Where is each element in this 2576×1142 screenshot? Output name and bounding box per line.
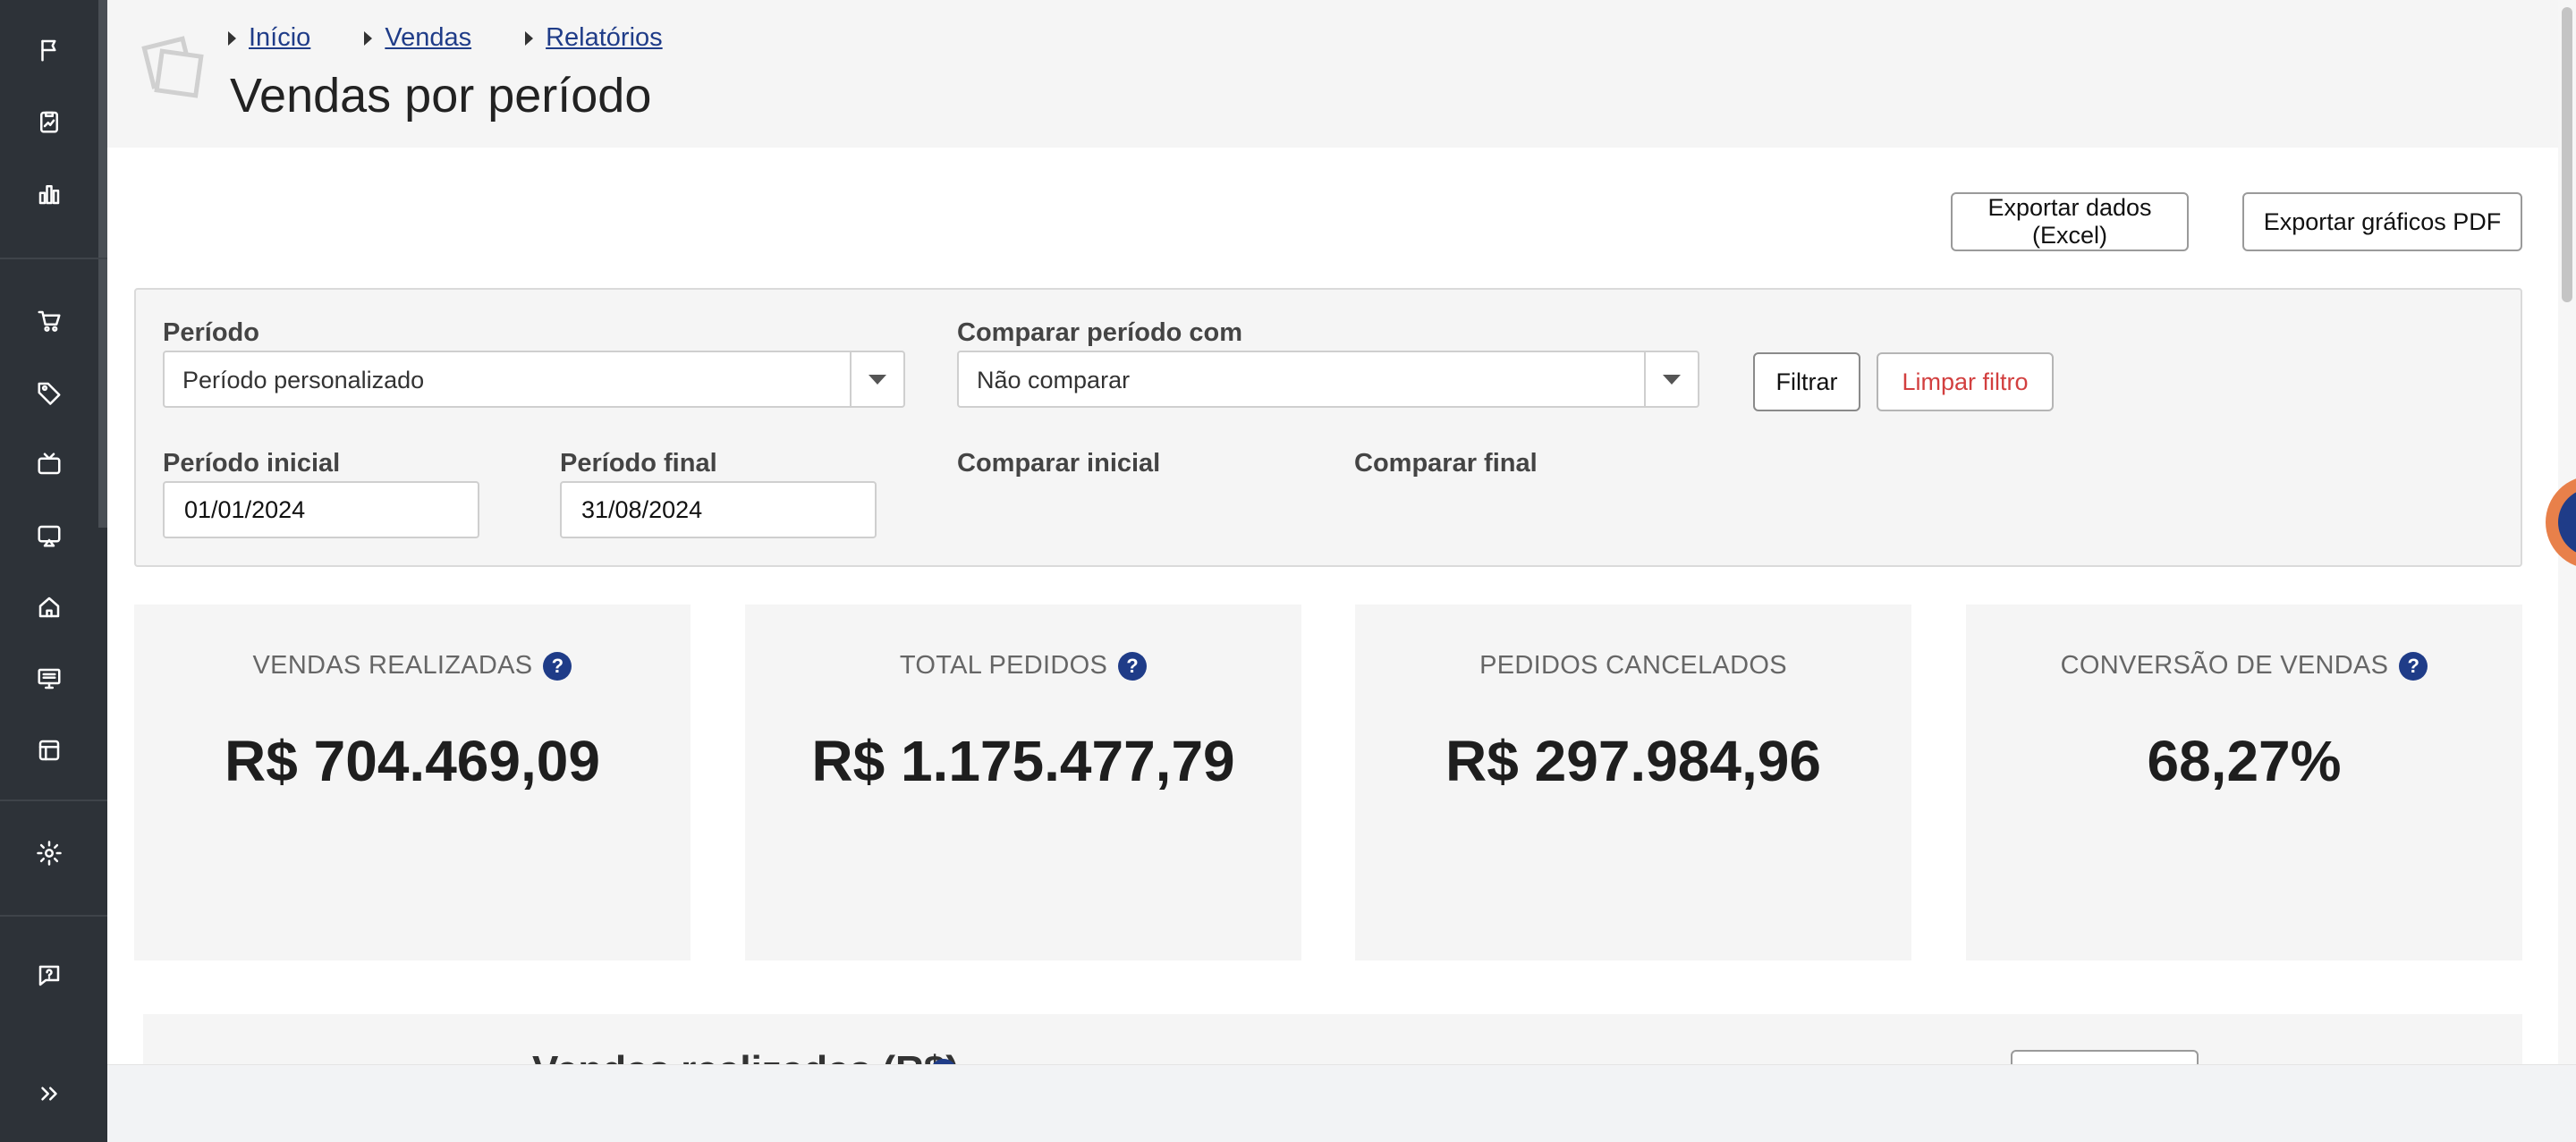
help-chat-icon[interactable] — [32, 959, 66, 993]
flag-icon[interactable] — [32, 33, 66, 67]
breadcrumb: Início Vendas Relatórios — [228, 23, 716, 53]
breadcrumb-arrow-icon — [228, 30, 236, 46]
start-date-label: Período inicial — [163, 449, 341, 478]
kpi-card-total-pedidos: TOTAL PEDIDOS ? R$ 1.175.477,79 — [745, 605, 1301, 960]
cart-icon[interactable] — [32, 304, 66, 338]
chevron-down-icon — [1663, 374, 1681, 385]
period-select-toggle[interactable] — [850, 352, 903, 406]
compare-select-toggle[interactable] — [1644, 352, 1698, 406]
period-select-value: Período personalizado — [182, 367, 425, 393]
compare-select-value: Não comparar — [977, 367, 1131, 393]
clipboard-chart-icon[interactable] — [32, 105, 66, 139]
kpi-value: R$ 297.984,96 — [1445, 729, 1821, 793]
period-select[interactable]: Período personalizado — [163, 351, 905, 408]
period-label: Período — [163, 318, 259, 347]
page-header: Início Vendas Relatórios Vendas por perí… — [107, 0, 2558, 148]
breadcrumb-item: Relatórios — [525, 23, 663, 53]
end-date-input[interactable]: 31/08/2024 — [560, 481, 877, 538]
breadcrumb-item: Início — [228, 23, 310, 53]
kpi-label: TOTAL PEDIDOS ? — [745, 651, 1301, 681]
kpi-label: VENDAS REALIZADAS ? — [134, 651, 691, 681]
kpi-label: CONVERSÃO DE VENDAS ? — [1966, 651, 2522, 681]
breadcrumb-arrow-icon — [364, 30, 373, 46]
layout-icon[interactable] — [32, 733, 66, 767]
kpi-card-conversao-vendas: CONVERSÃO DE VENDAS ? 68,27% — [1966, 605, 2522, 960]
sidebar-divider — [0, 915, 107, 917]
kpi-label-text: PEDIDOS CANCELADOS — [1479, 651, 1787, 680]
main-content: Início Vendas Relatórios Vendas por perí… — [107, 0, 2558, 1142]
export-pdf-button[interactable]: Exportar gráficos PDF — [2242, 192, 2522, 251]
sidebar-scrollbar[interactable] — [98, 0, 107, 528]
compare-end-label: Comparar final — [1354, 449, 1538, 478]
breadcrumb-link-vendas[interactable]: Vendas — [385, 23, 471, 53]
filter-panel: Período Período personalizado Comparar p… — [134, 288, 2522, 567]
start-date-input[interactable]: 01/01/2024 — [163, 481, 479, 538]
kpi-label-text: TOTAL PEDIDOS — [899, 651, 1108, 680]
end-date-label: Período final — [560, 449, 717, 478]
kpi-value: R$ 1.175.477,79 — [811, 729, 1235, 793]
chevron-down-icon — [869, 374, 886, 385]
gear-icon[interactable] — [32, 836, 66, 870]
compare-select[interactable]: Não comparar — [957, 351, 1699, 408]
tag-icon[interactable] — [32, 376, 66, 410]
bar-chart-icon[interactable] — [32, 177, 66, 211]
kpi-label-text: VENDAS REALIZADAS — [252, 651, 533, 680]
bottom-bar — [107, 1064, 2576, 1142]
cast-icon[interactable] — [32, 519, 66, 553]
page-scrollbar-thumb[interactable] — [2562, 7, 2572, 302]
report-logo-icon — [141, 36, 204, 98]
sidebar-divider — [0, 799, 107, 801]
home-icon[interactable] — [32, 590, 66, 624]
page-title: Vendas por período — [230, 69, 652, 123]
sidebar — [0, 0, 107, 1142]
breadcrumb-link-inicio[interactable]: Início — [249, 23, 310, 53]
monitor-icon[interactable] — [32, 662, 66, 696]
sidebar-divider — [0, 258, 107, 259]
kpi-value: R$ 704.469,09 — [225, 729, 600, 793]
help-icon[interactable]: ? — [2399, 651, 2428, 681]
export-excel-button[interactable]: Exportar dados (Excel) — [1951, 192, 2189, 251]
kpi-label: PEDIDOS CANCELADOS — [1355, 651, 1911, 681]
tv-icon[interactable] — [32, 447, 66, 481]
expand-icon[interactable] — [32, 1077, 66, 1111]
help-icon[interactable]: ? — [1118, 651, 1148, 681]
breadcrumb-arrow-icon — [525, 30, 534, 46]
breadcrumb-link-relatorios[interactable]: Relatórios — [546, 23, 663, 53]
kpi-card-pedidos-cancelados: PEDIDOS CANCELADOS R$ 297.984,96 — [1355, 605, 1911, 960]
clear-filter-button[interactable]: Limpar filtro — [1877, 352, 2054, 411]
kpi-card-vendas-realizadas: VENDAS REALIZADAS ? R$ 704.469,09 — [134, 605, 691, 960]
breadcrumb-item: Vendas — [364, 23, 471, 53]
kpi-value: 68,27% — [2147, 729, 2342, 793]
kpi-label-text: CONVERSÃO DE VENDAS — [2060, 651, 2389, 680]
compare-label: Comparar período com — [957, 318, 1243, 347]
filter-button[interactable]: Filtrar — [1753, 352, 1860, 411]
compare-start-label: Comparar inicial — [957, 449, 1161, 478]
help-icon[interactable]: ? — [543, 651, 572, 681]
chat-widget-button[interactable] — [2546, 476, 2576, 569]
